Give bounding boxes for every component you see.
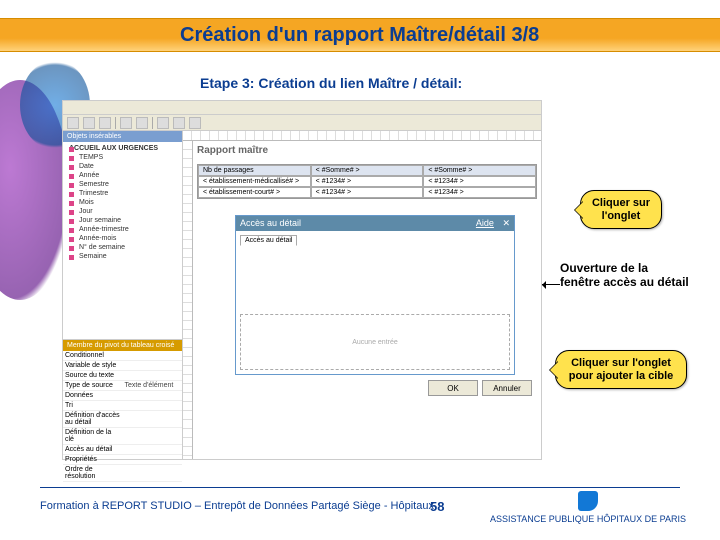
- dialog-tabs: Accès au détail: [240, 235, 510, 246]
- tree-header: Objets insérables: [63, 131, 182, 142]
- tool-icon[interactable]: [173, 117, 185, 129]
- tool-icon[interactable]: [83, 117, 95, 129]
- tree-root[interactable]: ACCUEIL AUX URGENCES: [65, 144, 180, 153]
- report-studio-window: Objets insérables ACCUEIL AUX URGENCES T…: [62, 100, 542, 460]
- callout-click-tab: Cliquer sur l'onglet: [580, 190, 662, 229]
- separator: [115, 117, 116, 129]
- slide-title: Création d'un rapport Maître/détail 3/8: [180, 24, 539, 47]
- table-cell[interactable]: < #1234# >: [311, 176, 424, 187]
- table-cell[interactable]: < #1234# >: [423, 176, 536, 187]
- canvas-area[interactable]: Rapport maître Nb de passages < #Somme# …: [193, 141, 541, 459]
- tree-item[interactable]: N° de semaine: [65, 243, 180, 252]
- close-icon[interactable]: ✕: [502, 218, 510, 228]
- table-cell[interactable]: < établissement-court# >: [198, 187, 311, 198]
- tool-icon[interactable]: [157, 117, 169, 129]
- annotation-arrow: [542, 284, 560, 285]
- tree-item[interactable]: Mois: [65, 198, 180, 207]
- property-row[interactable]: Source du texte: [63, 371, 182, 381]
- annotation-open-window: Ouverture de la fenêtre accès au détail: [560, 262, 690, 290]
- property-row[interactable]: Accès au détail: [63, 445, 182, 455]
- property-row[interactable]: Variable de style: [63, 361, 182, 371]
- table-cell[interactable]: < #1234# >: [311, 187, 424, 198]
- footer-text: Formation à REPORT STUDIO – Entrepôt de …: [40, 500, 434, 512]
- cancel-button[interactable]: Annuler: [482, 380, 532, 396]
- property-row[interactable]: Conditionnel: [63, 351, 182, 361]
- properties-header: Membre du pivot du tableau croisé: [63, 340, 182, 351]
- table-cell[interactable]: < établissement-médicallisé# >: [198, 176, 311, 187]
- menubar[interactable]: [63, 101, 541, 115]
- col-header[interactable]: < #Somme# >: [423, 165, 536, 176]
- slide-number: 58: [430, 499, 444, 514]
- master-table[interactable]: Nb de passages < #Somme# > < #Somme# > <…: [197, 164, 537, 199]
- property-row[interactable]: Définition d'accès au détail: [63, 411, 182, 428]
- tool-icon[interactable]: [120, 117, 132, 129]
- tool-icon[interactable]: [189, 117, 201, 129]
- table-cell[interactable]: < #1234# >: [423, 187, 536, 198]
- dialog-titlebar: Accès au détail Aide ✕: [236, 216, 514, 231]
- tree-item[interactable]: Trimestre: [65, 189, 180, 198]
- tool-icon[interactable]: [67, 117, 79, 129]
- toolbar[interactable]: [63, 115, 541, 131]
- properties-panel: Membre du pivot du tableau croisé Condit…: [63, 339, 182, 459]
- objects-tree-panel: Objets insérables ACCUEIL AUX URGENCES T…: [63, 131, 183, 459]
- report-title: Rapport maître: [193, 141, 541, 160]
- tool-icon[interactable]: [99, 117, 111, 129]
- logo-icon: [578, 491, 598, 511]
- tree-item[interactable]: Année-mois: [65, 234, 180, 243]
- property-row[interactable]: Type de sourceTexte d'élément: [63, 381, 182, 391]
- property-row[interactable]: Propriétés: [63, 455, 182, 465]
- tree-item[interactable]: Jour semaine: [65, 216, 180, 225]
- tree-item[interactable]: Semestre: [65, 180, 180, 189]
- help-link[interactable]: Aide: [476, 218, 494, 228]
- report-canvas: Rapport maître Nb de passages < #Somme# …: [183, 131, 541, 459]
- target-drop-zone[interactable]: Aucune entrée: [240, 314, 510, 370]
- col-header[interactable]: Nb de passages: [198, 165, 311, 176]
- footer-divider: [40, 487, 680, 488]
- dialog-title: Accès au détail: [240, 218, 301, 229]
- tree-list[interactable]: ACCUEIL AUX URGENCES TEMPS Date Année Se…: [63, 142, 182, 339]
- ok-button[interactable]: OK: [428, 380, 478, 396]
- tree-item[interactable]: Jour: [65, 207, 180, 216]
- tool-icon[interactable]: [136, 117, 148, 129]
- callout-add-target: Cliquer sur l'onglet pour ajouter la cib…: [555, 350, 687, 389]
- separator: [152, 117, 153, 129]
- tree-item[interactable]: Semaine: [65, 252, 180, 261]
- tree-item[interactable]: Date: [65, 162, 180, 171]
- property-row[interactable]: Ordre de résolution: [63, 465, 182, 482]
- property-row[interactable]: Tri: [63, 401, 182, 411]
- step-heading: Etape 3: Création du lien Maître / détai…: [200, 75, 462, 91]
- tree-item[interactable]: TEMPS: [65, 153, 180, 162]
- tree-item[interactable]: Année: [65, 171, 180, 180]
- tree-item[interactable]: Année-trimestre: [65, 225, 180, 234]
- aphp-logo: ASSISTANCE PUBLIQUE HÔPITAUX DE PARIS: [490, 491, 686, 524]
- tab-detail-access[interactable]: Accès au détail: [240, 235, 297, 246]
- property-row[interactable]: Définition de la clé: [63, 428, 182, 445]
- property-row[interactable]: Données: [63, 391, 182, 401]
- ruler-horizontal: [183, 131, 541, 141]
- detail-access-dialog: Accès au détail Aide ✕ Accès au détail A…: [235, 215, 515, 375]
- logo-text: ASSISTANCE PUBLIQUE HÔPITAUX DE PARIS: [490, 514, 686, 524]
- col-header[interactable]: < #Somme# >: [311, 165, 424, 176]
- ruler-vertical: [183, 141, 193, 459]
